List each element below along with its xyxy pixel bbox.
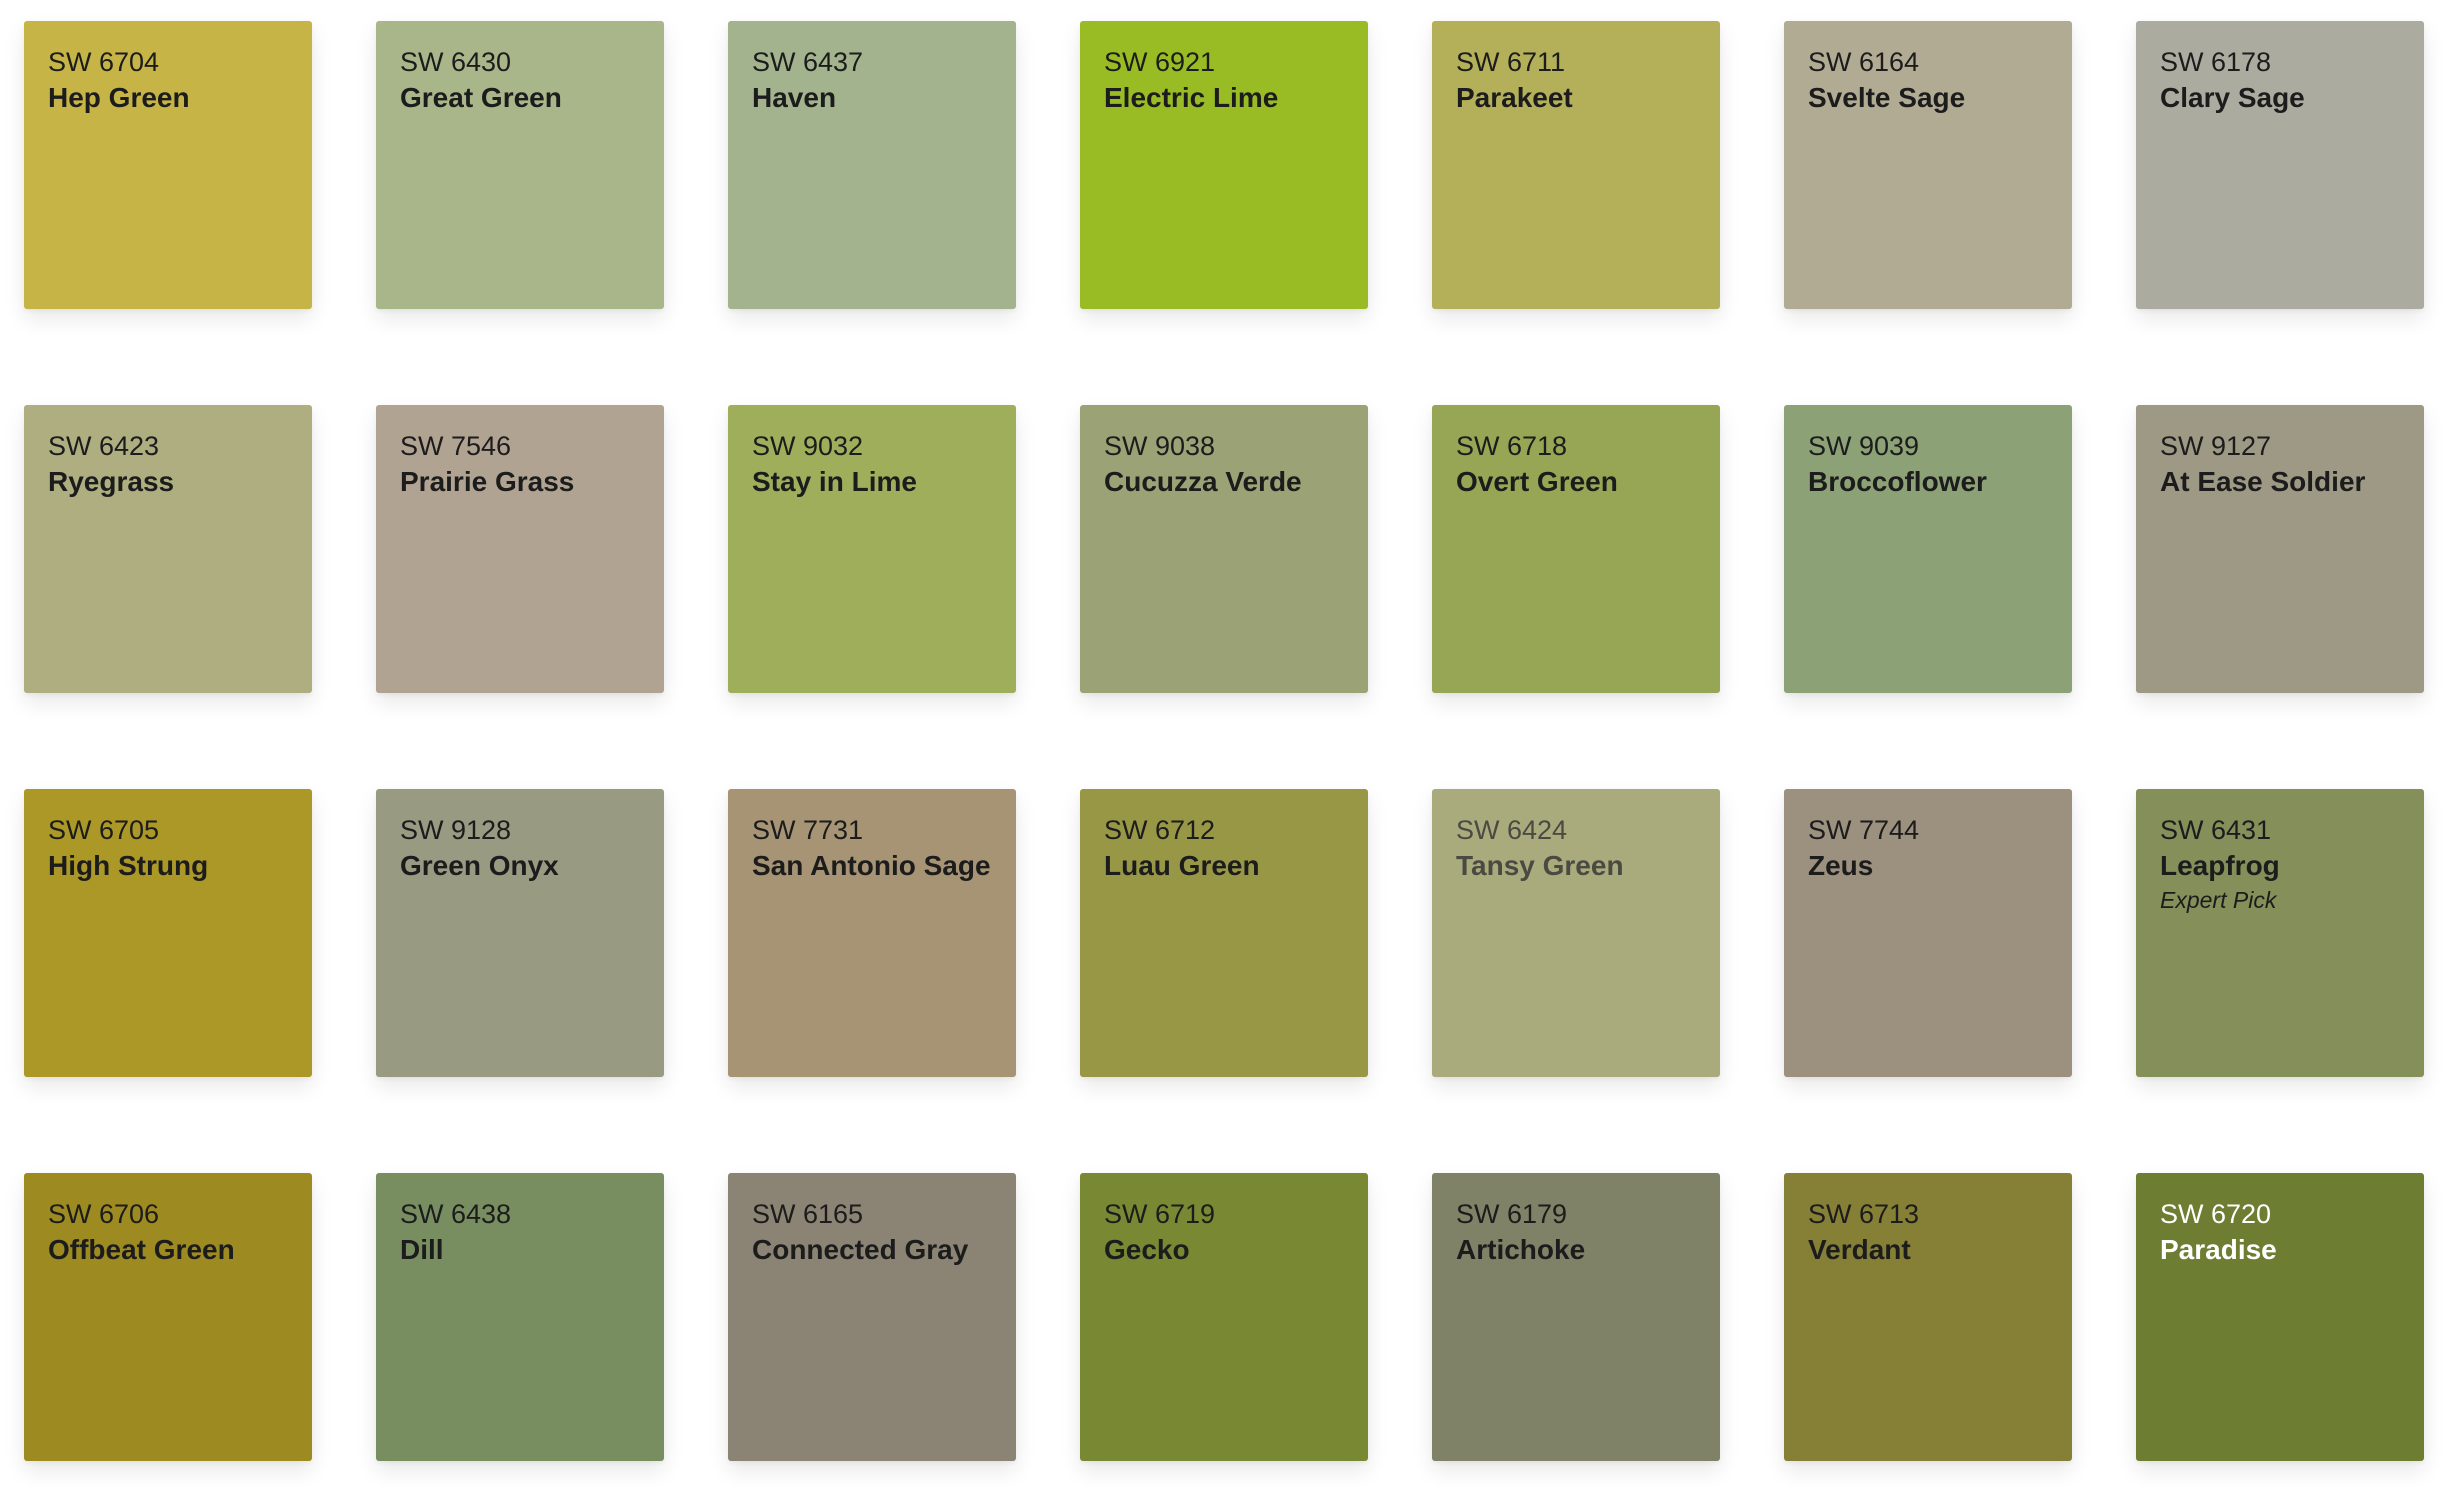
swatch-code: SW 6706 <box>48 1199 160 1229</box>
color-swatch[interactable]: SW 7731 San Antonio Sage <box>728 789 1016 1077</box>
color-swatch[interactable]: SW 9032 Stay in Lime <box>728 405 1016 693</box>
swatch-name: Parakeet <box>1456 82 1573 113</box>
swatch-code: SW 6424 <box>1456 815 1568 845</box>
swatch-code: SW 6719 <box>1104 1199 1216 1229</box>
color-swatch[interactable]: SW 6178 Clary Sage <box>2136 21 2424 309</box>
color-swatch[interactable]: SW 7744 Zeus <box>1784 789 2072 1077</box>
expert-pick-badge: Expert Pick <box>2160 887 2277 913</box>
swatch-name: Artichoke <box>1456 1234 1586 1265</box>
color-swatch[interactable]: SW 6165 Connected Gray <box>728 1173 1016 1461</box>
swatch-name: Great Green <box>400 82 562 113</box>
color-swatch[interactable]: SW 9038 Cucuzza Verde <box>1080 405 1368 693</box>
swatch-name: San Antonio Sage <box>752 850 991 881</box>
swatch-code: SW 6921 <box>1104 47 1216 77</box>
swatch-code: SW 6179 <box>1456 1199 1568 1229</box>
swatch-name: Ryegrass <box>48 466 175 497</box>
swatch-code: SW 6713 <box>1808 1199 1920 1229</box>
swatch-name: Dill <box>400 1234 444 1265</box>
color-swatch[interactable]: SW 6704 Hep Green <box>24 21 312 309</box>
color-swatch[interactable]: SW 6437 Haven <box>728 21 1016 309</box>
color-swatch[interactable]: SW 6431 Leapfrog Expert Pick <box>2136 789 2424 1077</box>
swatch-name: Prairie Grass <box>400 466 575 497</box>
swatch-code: SW 6720 <box>2160 1199 2272 1229</box>
swatch-name: Haven <box>752 82 837 113</box>
swatch-name: Verdant <box>1808 1234 1911 1265</box>
color-swatch[interactable]: SW 6712 Luau Green <box>1080 789 1368 1077</box>
swatch-code: SW 7731 <box>752 815 864 845</box>
swatch-name: Overt Green <box>1456 466 1618 497</box>
swatch-name: Cucuzza Verde <box>1104 466 1302 497</box>
swatch-name: Clary Sage <box>2160 82 2305 113</box>
color-swatch[interactable]: SW 6430 Great Green <box>376 21 664 309</box>
color-swatch[interactable]: SW 6719 Gecko <box>1080 1173 1368 1461</box>
color-swatch[interactable]: SW 6713 Verdant <box>1784 1173 2072 1461</box>
swatch-code: SW 6178 <box>2160 47 2272 77</box>
swatch-code: SW 6423 <box>48 431 160 461</box>
swatch-code: SW 9039 <box>1808 431 1920 461</box>
swatch-code: SW 6704 <box>48 47 160 77</box>
swatch-name: Hep Green <box>48 82 190 113</box>
color-swatch[interactable]: SW 9039 Broccoflower <box>1784 405 2072 693</box>
swatch-name: Stay in Lime <box>752 466 917 497</box>
swatch-code: SW 9127 <box>2160 431 2272 461</box>
swatch-code: SW 6430 <box>400 47 512 77</box>
swatch-name: Green Onyx <box>400 850 559 881</box>
swatch-code: SW 6438 <box>400 1199 512 1229</box>
swatch-name: Tansy Green <box>1456 850 1624 881</box>
swatch-code: SW 6718 <box>1456 431 1568 461</box>
swatch-code: SW 7744 <box>1808 815 1920 845</box>
swatch-code: SW 9038 <box>1104 431 1216 461</box>
color-swatch[interactable]: SW 6718 Overt Green <box>1432 405 1720 693</box>
color-swatch[interactable]: SW 6179 Artichoke <box>1432 1173 1720 1461</box>
color-swatch[interactable]: SW 6424 Tansy Green <box>1432 789 1720 1077</box>
swatch-code: SW 7546 <box>400 431 512 461</box>
swatch-name: Leapfrog <box>2160 850 2280 881</box>
swatch-name: Electric Lime <box>1104 82 1279 113</box>
swatch-code: SW 6437 <box>752 47 864 77</box>
swatch-name: Gecko <box>1104 1234 1190 1265</box>
color-swatch[interactable]: SW 6164 Svelte Sage <box>1784 21 2072 309</box>
swatch-code: SW 9032 <box>752 431 864 461</box>
color-swatch[interactable]: SW 9128 Green Onyx <box>376 789 664 1077</box>
swatch-name: Zeus <box>1808 850 1874 881</box>
swatch-name: Svelte Sage <box>1808 82 1966 113</box>
swatch-code: SW 6165 <box>752 1199 864 1229</box>
swatch-name: Connected Gray <box>752 1234 969 1265</box>
swatch-code: SW 6711 <box>1456 47 1566 77</box>
color-swatch[interactable]: SW 7546 Prairie Grass <box>376 405 664 693</box>
swatch-name: High Strung <box>48 850 209 881</box>
color-swatch[interactable]: SW 6711 Parakeet <box>1432 21 1720 309</box>
color-swatch[interactable]: SW 6438 Dill <box>376 1173 664 1461</box>
swatch-code: SW 9128 <box>400 815 512 845</box>
color-swatch[interactable]: SW 6921 Electric Lime <box>1080 21 1368 309</box>
color-swatch[interactable]: SW 6706 Offbeat Green <box>24 1173 312 1461</box>
color-swatch[interactable]: SW 6705 High Strung <box>24 789 312 1077</box>
swatch-name: Broccoflower <box>1808 466 1987 497</box>
color-swatch[interactable]: SW 6720 Paradise <box>2136 1173 2424 1461</box>
color-swatch[interactable]: SW 6423 Ryegrass <box>24 405 312 693</box>
color-swatch-grid: SW 6704 Hep Green SW 6430 Great Green SW 643… <box>24 21 2424 1461</box>
color-swatch[interactable]: SW 9127 At Ease Soldier <box>2136 405 2424 693</box>
swatch-name: Luau Green <box>1104 850 1260 881</box>
swatch-code: SW 6164 <box>1808 47 1920 77</box>
swatch-name: Offbeat Green <box>48 1234 235 1265</box>
swatch-code: SW 6712 <box>1104 815 1216 845</box>
swatch-name: At Ease Soldier <box>2160 466 2366 497</box>
swatch-name: Paradise <box>2160 1234 2277 1265</box>
swatch-code: SW 6705 <box>48 815 160 845</box>
swatch-code: SW 6431 <box>2160 815 2272 845</box>
